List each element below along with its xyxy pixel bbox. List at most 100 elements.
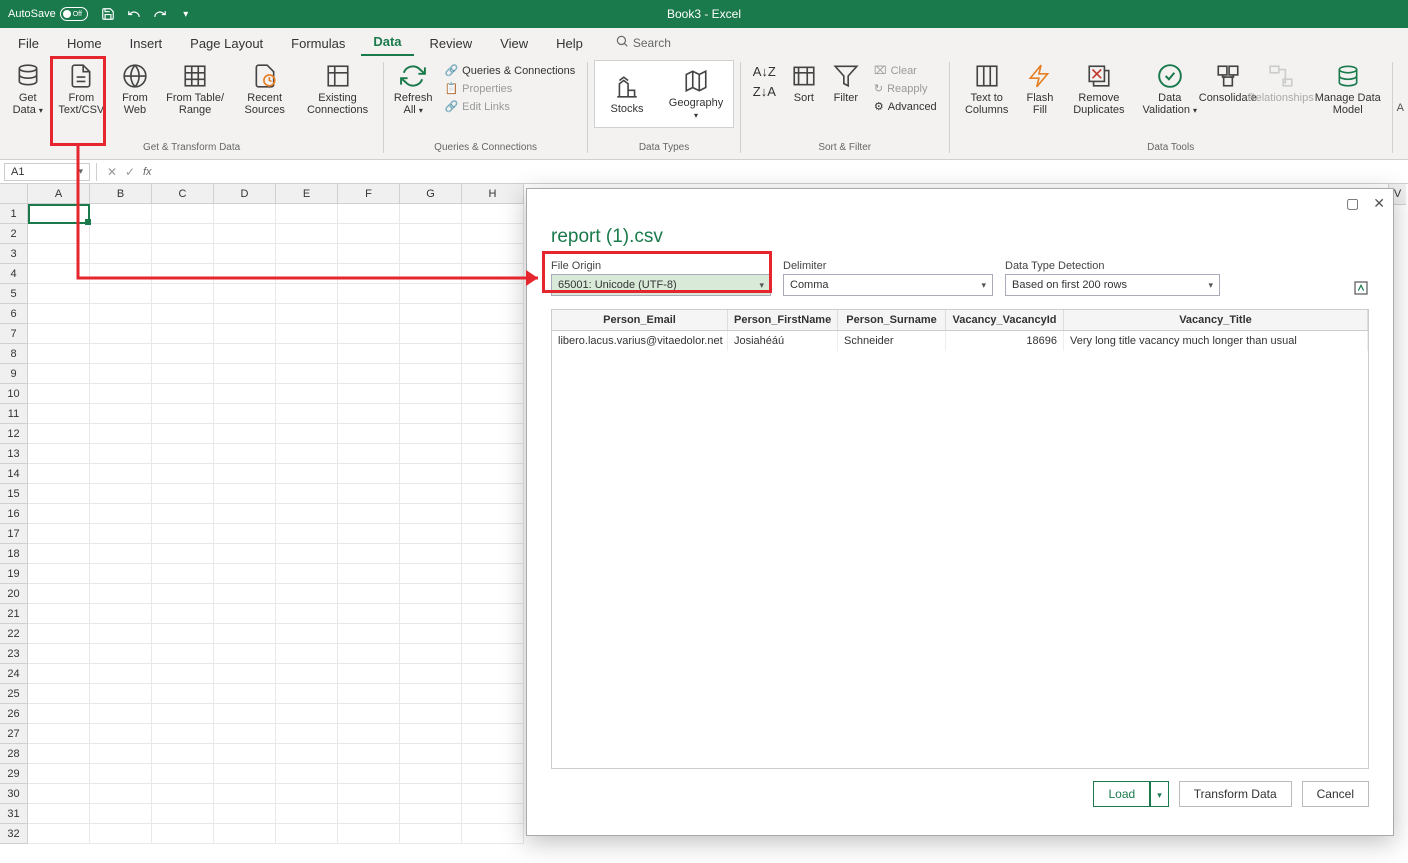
grid-cell[interactable] — [462, 684, 524, 704]
grid-cell[interactable] — [276, 464, 338, 484]
grid-cell[interactable] — [90, 724, 152, 744]
grid-cell[interactable] — [28, 364, 90, 384]
tab-file[interactable]: File — [6, 31, 51, 56]
grid-cell[interactable] — [400, 384, 462, 404]
grid-cell[interactable] — [152, 464, 214, 484]
grid-cell[interactable] — [400, 504, 462, 524]
grid-cell[interactable] — [152, 284, 214, 304]
grid-cell[interactable] — [28, 544, 90, 564]
grid-cell[interactable] — [338, 364, 400, 384]
grid-cell[interactable] — [338, 504, 400, 524]
grid-cell[interactable] — [462, 284, 524, 304]
save-icon[interactable] — [100, 6, 116, 22]
grid-cell[interactable] — [214, 324, 276, 344]
grid-cell[interactable] — [28, 324, 90, 344]
grid-cell[interactable] — [276, 544, 338, 564]
grid-cell[interactable] — [462, 624, 524, 644]
tab-help[interactable]: Help — [544, 31, 595, 56]
grid-cell[interactable] — [400, 764, 462, 784]
grid-cell[interactable] — [338, 764, 400, 784]
grid-cell[interactable] — [276, 764, 338, 784]
grid-cell[interactable] — [152, 484, 214, 504]
grid-cell[interactable] — [90, 304, 152, 324]
grid-cell[interactable] — [462, 744, 524, 764]
grid-cell[interactable] — [214, 584, 276, 604]
tab-page-layout[interactable]: Page Layout — [178, 31, 275, 56]
grid-cell[interactable] — [28, 824, 90, 844]
grid-cell[interactable] — [400, 644, 462, 664]
grid-cell[interactable] — [338, 784, 400, 804]
grid-cell[interactable] — [276, 324, 338, 344]
grid-cell[interactable] — [276, 624, 338, 644]
grid-cell[interactable] — [214, 724, 276, 744]
stocks-button[interactable]: Stocks — [599, 71, 655, 117]
grid-cell[interactable] — [90, 484, 152, 504]
grid-cell[interactable] — [276, 604, 338, 624]
sort-asc-button[interactable]: A↓Z — [749, 62, 780, 81]
grid-cell[interactable] — [400, 824, 462, 844]
grid-cell[interactable] — [462, 584, 524, 604]
row-header[interactable]: 26 — [0, 704, 28, 724]
row-header[interactable]: 2 — [0, 224, 28, 244]
grid-cell[interactable] — [152, 304, 214, 324]
grid-cell[interactable] — [214, 684, 276, 704]
grid-cell[interactable] — [28, 604, 90, 624]
grid-cell[interactable] — [214, 544, 276, 564]
undo-icon[interactable] — [126, 6, 142, 22]
grid-cell[interactable] — [338, 644, 400, 664]
grid-cell[interactable] — [28, 404, 90, 424]
close-icon[interactable]: ✕ — [1373, 195, 1385, 212]
grid-cell[interactable] — [462, 524, 524, 544]
grid-cell[interactable] — [400, 344, 462, 364]
grid-cell[interactable] — [462, 404, 524, 424]
grid-cell[interactable] — [276, 384, 338, 404]
qat-dropdown-icon[interactable]: ▾ — [178, 6, 194, 22]
grid-cell[interactable] — [338, 744, 400, 764]
grid-cell[interactable] — [214, 284, 276, 304]
grid-cell[interactable] — [90, 764, 152, 784]
grid-body[interactable] — [28, 204, 524, 844]
consolidate-button[interactable]: Consolidate — [1204, 60, 1252, 106]
delimiter-select[interactable]: Comma ▾ — [783, 274, 993, 296]
grid-cell[interactable] — [152, 404, 214, 424]
grid-cell[interactable] — [152, 364, 214, 384]
grid-cell[interactable] — [462, 564, 524, 584]
grid-cell[interactable] — [462, 464, 524, 484]
grid-cell[interactable] — [90, 564, 152, 584]
grid-cell[interactable] — [152, 664, 214, 684]
tab-review[interactable]: Review — [418, 31, 485, 56]
grid-cell[interactable] — [90, 704, 152, 724]
cancel-button[interactable]: Cancel — [1302, 781, 1369, 807]
row-header[interactable]: 12 — [0, 424, 28, 444]
grid-cell[interactable] — [90, 664, 152, 684]
row-header[interactable]: 20 — [0, 584, 28, 604]
grid-cell[interactable] — [400, 364, 462, 384]
recent-sources-button[interactable]: Recent Sources — [234, 60, 296, 118]
grid-cell[interactable] — [400, 604, 462, 624]
grid-cell[interactable] — [90, 444, 152, 464]
row-header[interactable]: 19 — [0, 564, 28, 584]
tell-me-search[interactable]: Search — [607, 29, 679, 56]
grid-cell[interactable] — [276, 784, 338, 804]
table-col-header[interactable]: Person_FirstName — [728, 310, 838, 330]
grid-cell[interactable] — [462, 384, 524, 404]
grid-cell[interactable] — [152, 424, 214, 444]
flash-fill-button[interactable]: Flash Fill — [1020, 60, 1060, 118]
grid-cell[interactable] — [214, 764, 276, 784]
grid-cell[interactable] — [276, 364, 338, 384]
grid-cell[interactable] — [152, 684, 214, 704]
manage-dm-button[interactable]: Manage Data Model — [1310, 60, 1386, 118]
grid-cell[interactable] — [214, 304, 276, 324]
grid-cell[interactable] — [214, 624, 276, 644]
row-header[interactable]: 8 — [0, 344, 28, 364]
row-header[interactable]: 21 — [0, 604, 28, 624]
grid-cell[interactable] — [152, 824, 214, 844]
grid-cell[interactable] — [462, 504, 524, 524]
refresh-all-button[interactable]: Refresh All ▾ — [390, 60, 437, 118]
grid-cell[interactable] — [28, 504, 90, 524]
row-header[interactable]: 1 — [0, 204, 28, 224]
grid-cell[interactable] — [276, 524, 338, 544]
row-header[interactable]: 9 — [0, 364, 28, 384]
grid-cell[interactable] — [338, 444, 400, 464]
grid-cell[interactable] — [152, 764, 214, 784]
